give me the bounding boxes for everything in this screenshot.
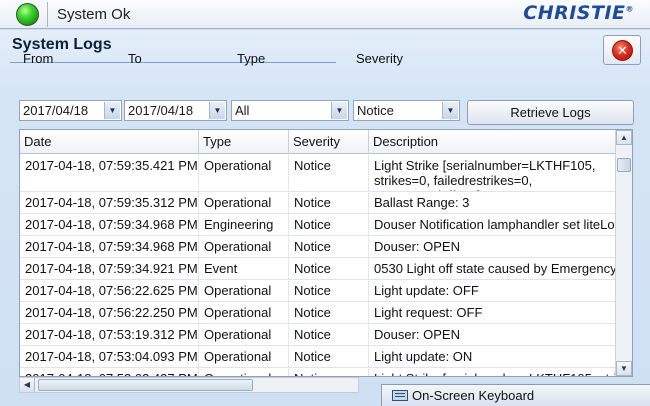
divider — [47, 2, 48, 27]
chevron-down-icon[interactable]: ▼ — [209, 102, 225, 119]
cell-severity: Notice — [289, 258, 369, 279]
chevron-down-icon[interactable]: ▼ — [331, 102, 347, 119]
cell-type: Operational — [199, 324, 289, 345]
cell-type: Operational — [199, 302, 289, 323]
cell-date: 2017-04-18, 07:59:34.921 PM — [20, 258, 199, 279]
cell-type: Operational — [199, 155, 289, 191]
cell-description: Douser Notification lamphandler set lite… — [374, 217, 616, 232]
table-row[interactable]: 2017-04-18, 07:53:19.312 PM Operational … — [20, 324, 616, 346]
cell-description: Douser: OPEN — [374, 239, 460, 254]
cell-date: 2017-04-18, 07:56:22.250 PM — [20, 302, 199, 323]
table-row[interactable]: 2017-04-18, 07:59:34.968 PM Engineering … — [20, 214, 616, 236]
table-row[interactable]: 2017-04-18, 07:59:34.968 PM Operational … — [20, 236, 616, 258]
cell-severity: Notice — [289, 214, 369, 235]
scroll-down-icon[interactable]: ▼ — [616, 361, 632, 376]
column-header-severity[interactable]: Severity — [289, 130, 369, 154]
table-row[interactable]: 2017-04-18, 07:53:04.093 PM Operational … — [20, 346, 616, 368]
cell-type: Operational — [199, 280, 289, 301]
cell-severity: Notice — [289, 302, 369, 323]
cell-severity: Notice — [289, 236, 369, 257]
type-value: All — [235, 103, 250, 118]
cell-description: Ballast Range: 3 — [374, 195, 470, 210]
brand-name: CHRISTIE — [523, 2, 626, 24]
cell-date: 2017-04-18, 07:53:04.093 PM — [20, 346, 199, 367]
cell-type: Engineering — [199, 214, 289, 235]
cell-description: Light update: OFF — [374, 283, 479, 298]
type-label: Type — [237, 51, 266, 66]
cell-date: 2017-04-18, 07:59:35.312 PM — [20, 192, 199, 213]
cell-type: Operational — [199, 346, 289, 367]
cell-date: 2017-04-18, 07:59:34.968 PM — [20, 236, 199, 257]
cell-date: 2017-04-18, 07:53:19.312 PM — [20, 324, 199, 345]
from-date-picker[interactable]: 2017/04/18 ▼ — [19, 100, 122, 121]
column-header-date[interactable]: Date — [20, 130, 199, 154]
top-status-bar: System Ok CHRISTIE® — [0, 0, 650, 29]
vertical-scrollbar[interactable]: ▲ ▼ — [615, 130, 632, 376]
close-button[interactable]: ✕ — [603, 35, 641, 65]
chevron-down-icon[interactable]: ▼ — [104, 102, 120, 119]
cell-date: 2017-04-18, 07:56:22.625 PM — [20, 280, 199, 301]
cell-date: 2017-04-18, 07:59:34.968 PM — [20, 214, 199, 235]
scroll-left-icon[interactable]: ◀ — [20, 378, 35, 392]
chevron-down-icon[interactable]: ▼ — [442, 102, 458, 119]
table-row[interactable]: 2017-04-18, 07:59:35.312 PM Operational … — [20, 192, 616, 214]
to-label: To — [128, 51, 142, 66]
cell-severity: Notice — [289, 280, 369, 301]
retrieve-logs-button[interactable]: Retrieve Logs — [467, 100, 634, 125]
close-icon: ✕ — [612, 40, 633, 61]
cell-severity: Notice — [289, 192, 369, 213]
severity-value: Notice — [357, 103, 394, 118]
cell-severity: Notice — [289, 346, 369, 367]
cell-severity: Notice — [289, 155, 369, 191]
table-row[interactable]: 2017-04-18, 07:59:35.421 PM Operational … — [20, 155, 616, 192]
cell-type: Event — [199, 258, 289, 279]
cell-description: Light update: ON — [374, 349, 473, 364]
from-label: From — [23, 51, 54, 66]
cell-description: Douser: OPEN — [374, 327, 460, 342]
cell-type: Operational — [199, 192, 289, 213]
from-date-value: 2017/04/18 — [23, 103, 89, 118]
table-row[interactable]: 2017-04-18, 07:56:22.625 PM Operational … — [20, 280, 616, 302]
column-header-type[interactable]: Type — [199, 130, 289, 154]
on-screen-keyboard-button[interactable]: On-Screen Keyboard — [381, 384, 650, 406]
scroll-up-icon[interactable]: ▲ — [616, 130, 632, 145]
logs-table: Date Type Severity Description 2017-04-1… — [19, 129, 633, 377]
status-text: System Ok — [57, 6, 131, 23]
cell-description: Light request: OFF — [374, 305, 483, 320]
horizontal-scrollbar[interactable]: ◀ — [19, 377, 359, 393]
cell-severity: Notice — [289, 324, 369, 345]
horizontal-scroll-thumb[interactable] — [38, 379, 253, 391]
cell-type: Operational — [199, 368, 289, 376]
cell-severity: Notice — [289, 368, 369, 376]
status-led-icon — [16, 3, 39, 26]
table-row[interactable]: 2017-04-18, 07:56:22.250 PM Operational … — [20, 302, 616, 324]
column-header-description[interactable]: Description — [369, 130, 616, 154]
vertical-scroll-thumb[interactable] — [617, 158, 631, 172]
on-screen-keyboard-label: On-Screen Keyboard — [412, 388, 535, 403]
title-underline — [10, 62, 336, 63]
type-select[interactable]: All ▼ — [231, 100, 349, 121]
cell-description: 0530 Light off state caused by Emergency — [374, 261, 616, 276]
table-body: 2017-04-18, 07:59:35.421 PM Operational … — [20, 155, 616, 376]
table-row[interactable]: 2017-04-18, 07:53:03.437 PM Operational … — [20, 368, 616, 376]
to-date-picker[interactable]: 2017/04/18 ▼ — [124, 100, 227, 121]
cell-date: 2017-04-18, 07:53:03.437 PM — [20, 368, 199, 376]
cell-description: Light Strike [serialnumber=LKTHF105, str… — [369, 368, 616, 376]
brand-mark: ® — [625, 4, 634, 14]
severity-select[interactable]: Notice ▼ — [353, 100, 460, 121]
keyboard-icon — [392, 390, 408, 401]
to-date-value: 2017/04/18 — [128, 103, 194, 118]
severity-label: Severity — [356, 51, 403, 66]
cell-description: Light Strike [serialnumber=LKTHF105, str… — [374, 158, 596, 191]
cell-date: 2017-04-18, 07:59:35.421 PM — [20, 155, 199, 191]
cell-type: Operational — [199, 236, 289, 257]
table-row[interactable]: 2017-04-18, 07:59:34.921 PM Event Notice… — [20, 258, 616, 280]
table-header: Date Type Severity Description — [20, 130, 616, 154]
brand-logo: CHRISTIE® — [523, 2, 634, 24]
